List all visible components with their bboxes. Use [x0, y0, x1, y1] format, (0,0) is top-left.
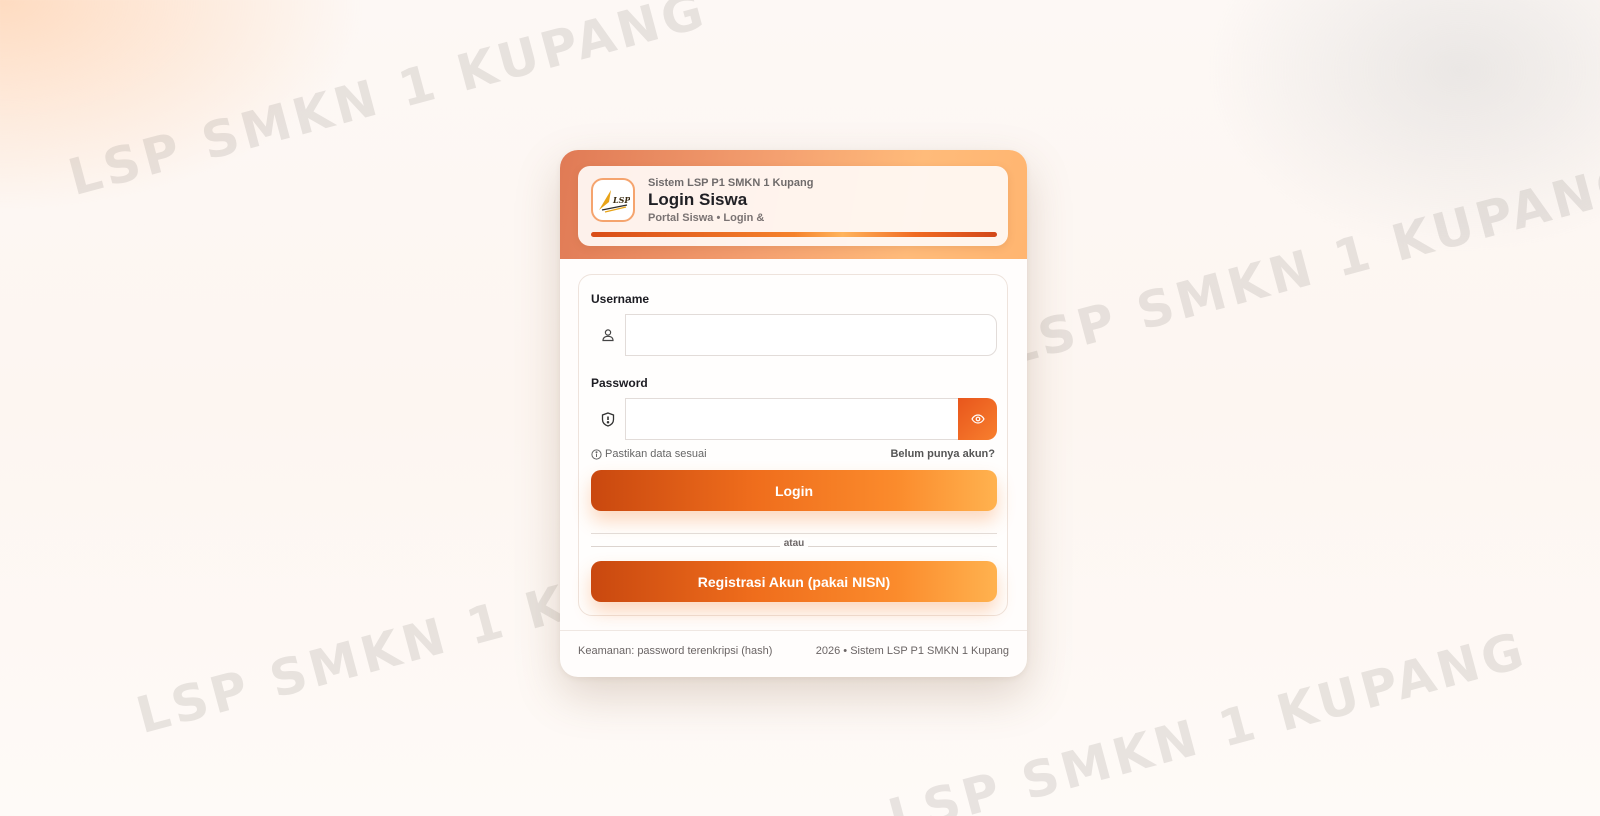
divider-line [591, 533, 997, 534]
card-footer: Keamanan: password terenkripsi (hash) 20… [560, 630, 1027, 677]
password-label: Password [591, 376, 648, 390]
logo-lettering: LSP [612, 195, 630, 205]
eye-icon [970, 414, 985, 424]
shield-icon [591, 398, 625, 440]
register-button[interactable]: Registrasi Akun (pakai NISN) [591, 561, 997, 602]
login-card: LSP Sistem LSP P1 SMKN 1 Kupang Login Si… [560, 150, 1027, 677]
hint-label: Pastikan data sesuai [605, 448, 707, 460]
login-form: Username Password Pastikan data sesuai B… [578, 274, 1008, 616]
security-note: Keamanan: password terenkripsi (hash) [578, 645, 773, 657]
header-panel: LSP Sistem LSP P1 SMKN 1 Kupang Login Si… [578, 166, 1008, 246]
user-icon [591, 314, 625, 356]
username-label: Username [591, 292, 650, 306]
copyright-text: 2026 • Sistem LSP P1 SMKN 1 Kupang [815, 645, 1009, 657]
watermark-text: LSP SMKN 1 KUPANG [997, 150, 1600, 378]
divider-text: atau [579, 538, 1009, 549]
card-header: LSP Sistem LSP P1 SMKN 1 Kupang Login Si… [560, 150, 1027, 259]
header-accent-bar [591, 232, 997, 237]
page-title: Login Siswa [648, 190, 748, 209]
header-kicker: Sistem LSP P1 SMKN 1 Kupang [648, 177, 814, 189]
header-subtitle: Portal Siswa • Login & [648, 212, 765, 224]
toggle-password-button[interactable] [958, 398, 997, 440]
info-icon [591, 448, 602, 460]
lsp-logo-icon: LSP [599, 190, 630, 213]
hint-text: Pastikan data sesuai [591, 448, 707, 460]
username-input[interactable] [625, 314, 997, 356]
login-button[interactable]: Login [591, 470, 997, 511]
no-account-link[interactable]: Belum punya akun? [890, 448, 995, 460]
lsp-logo: LSP [591, 178, 635, 222]
password-input[interactable] [625, 398, 959, 440]
